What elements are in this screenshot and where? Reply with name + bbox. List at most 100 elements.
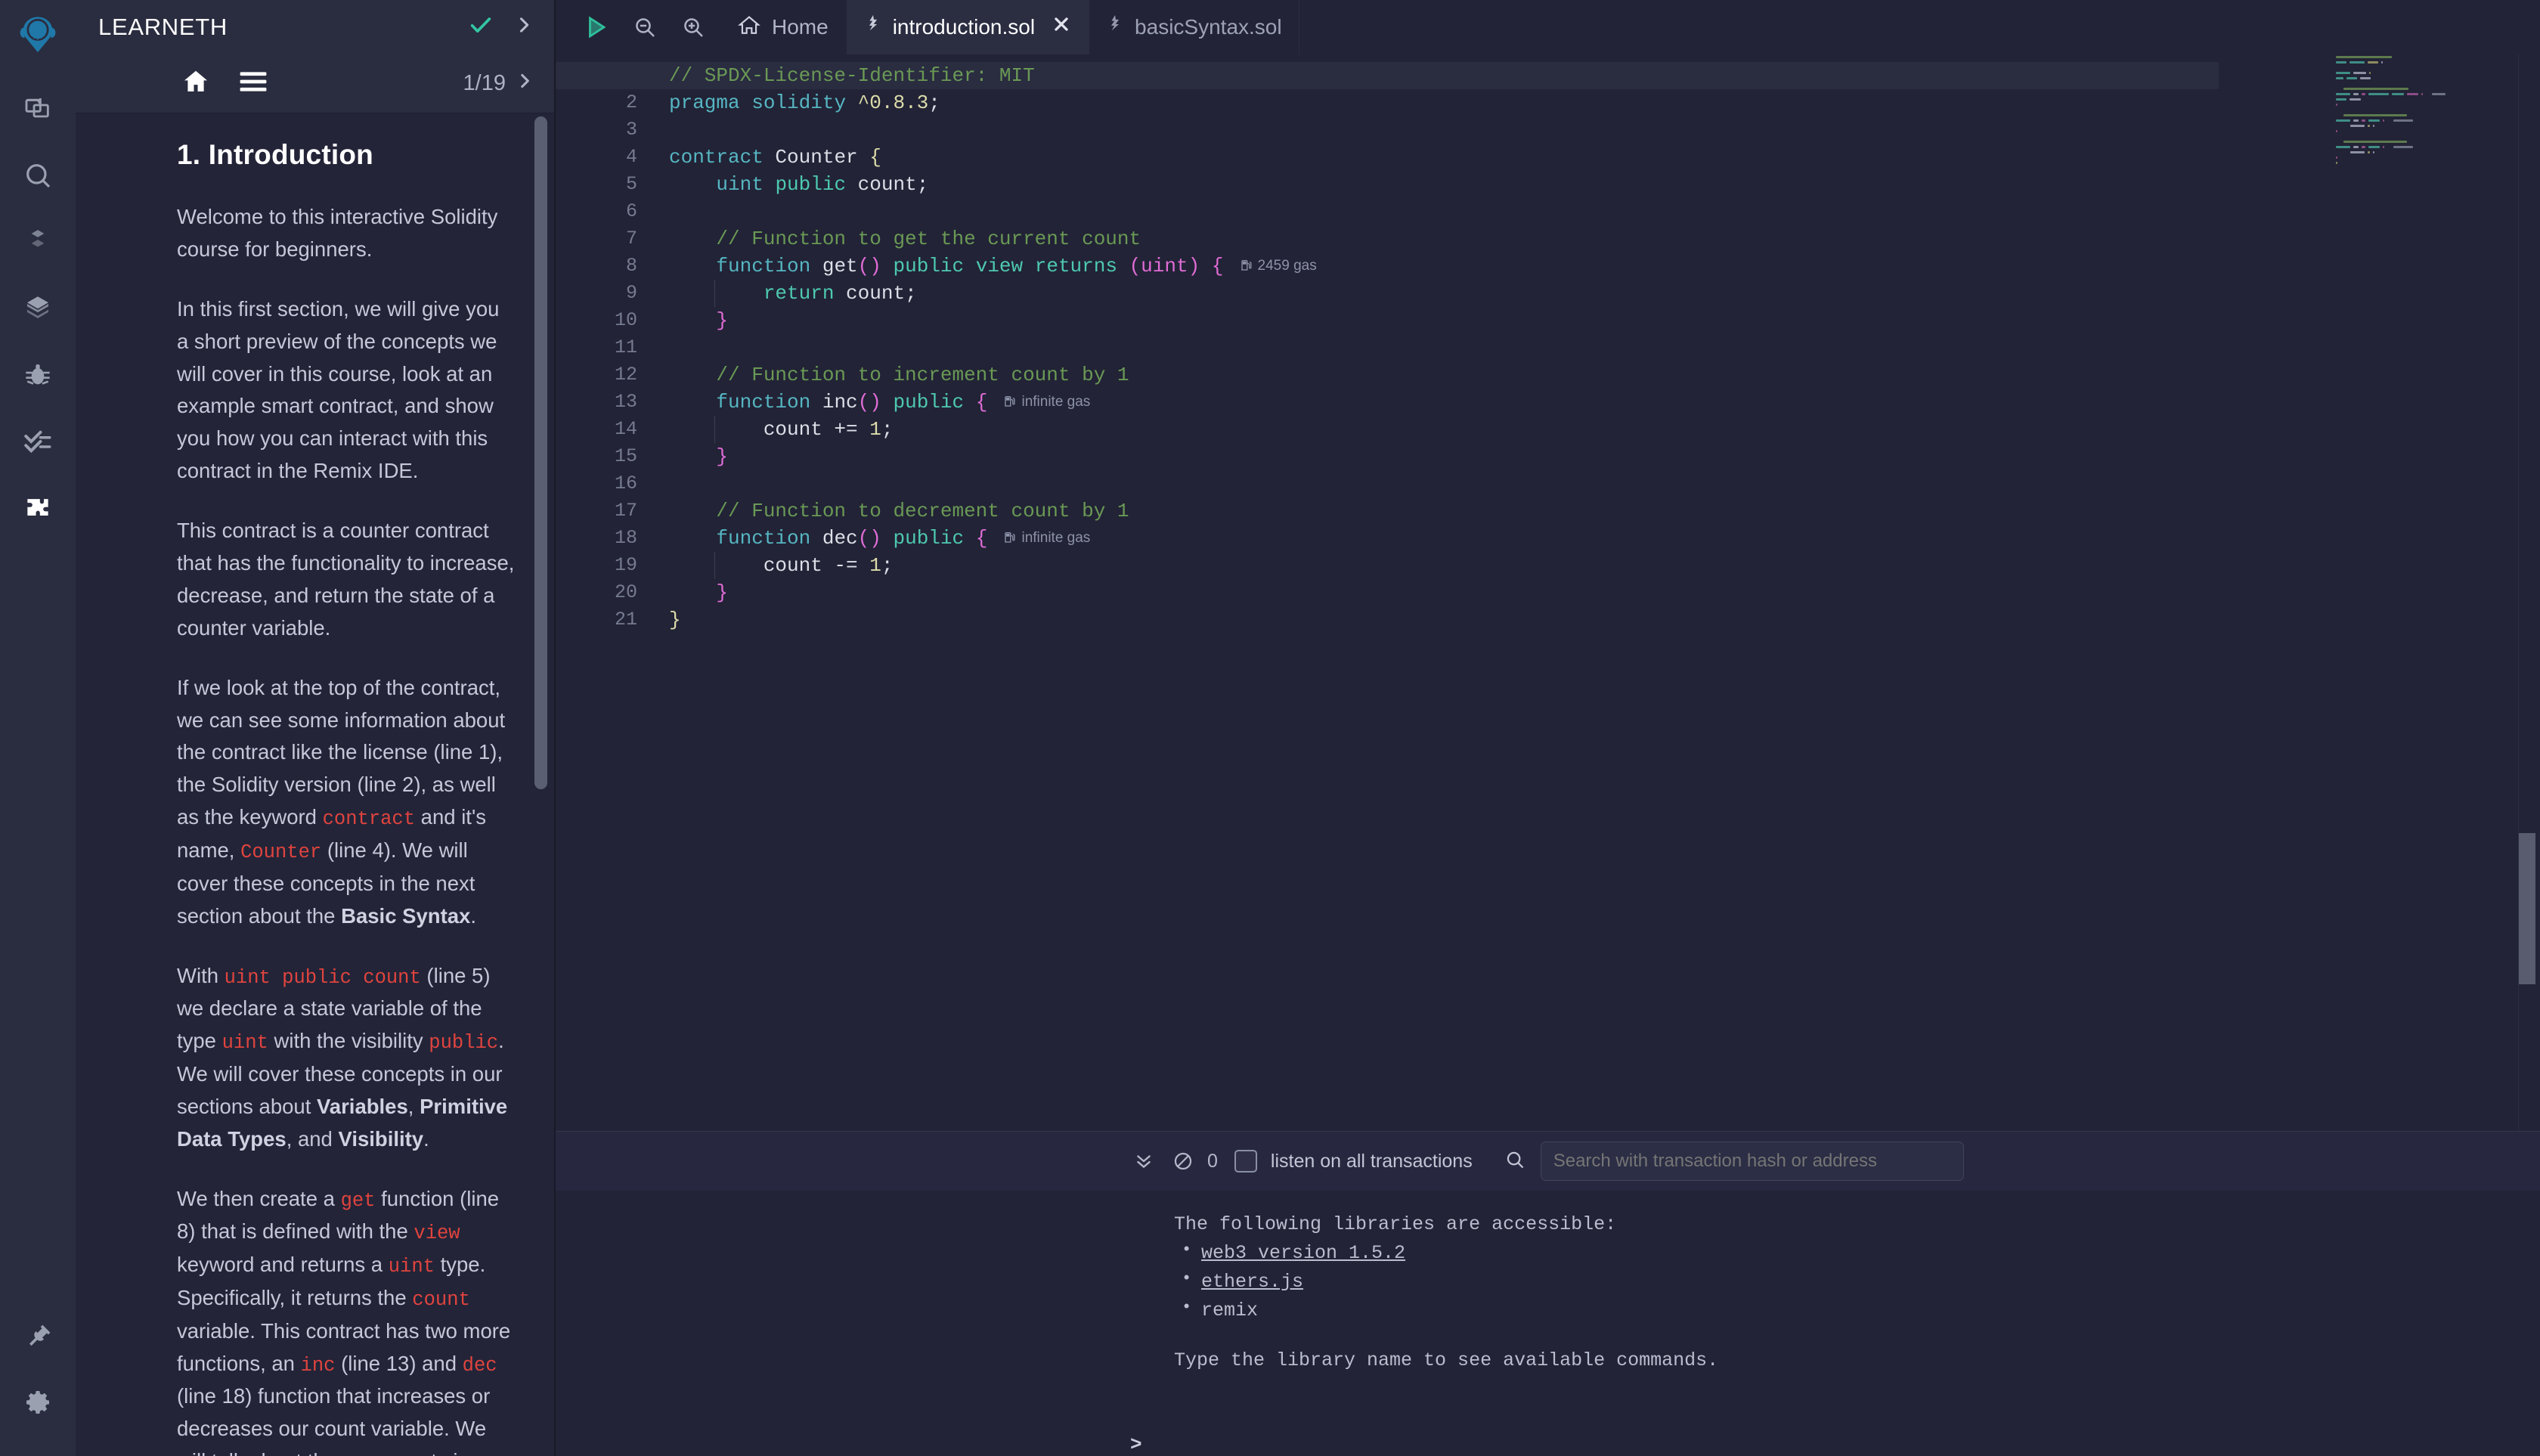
terminal-panel: 0 listen on all transactions The followi… [556, 1131, 2540, 1456]
code-line[interactable] [669, 334, 2540, 361]
emphasis-text: Basic Syntax [341, 903, 471, 928]
hamburger-menu-icon[interactable] [239, 70, 268, 97]
code-line[interactable]: // Function to increment count by 1 [669, 361, 2540, 389]
debugger-icon[interactable] [0, 342, 76, 408]
inline-code: uint [388, 1256, 435, 1278]
editor-scrollbar-thumb[interactable] [2519, 833, 2535, 984]
line-number: 8 [625, 255, 637, 277]
zoom-in-icon[interactable] [669, 0, 717, 54]
code-token: () [857, 391, 881, 414]
solidity-compiler-icon[interactable] [0, 209, 76, 275]
emphasis-text: Visibility [338, 1126, 424, 1151]
lesson-paragraph: If we look at the top of the contract, w… [177, 672, 515, 933]
code-token: { [1211, 255, 1224, 277]
code-line[interactable]: pragma solidity ^0.8.3; [669, 89, 2540, 116]
listen-all-transactions-checkbox[interactable] [1234, 1150, 1257, 1173]
settings-icon[interactable] [0, 1370, 76, 1436]
search-icon[interactable] [0, 142, 76, 209]
learneth-plugin-icon[interactable] [0, 475, 76, 541]
inline-code: contract [322, 808, 416, 831]
terminal-library-link[interactable]: web3 version 1.5.2 [1201, 1242, 1405, 1264]
terminal-library-link[interactable]: ethers.js [1201, 1271, 1303, 1293]
close-icon[interactable] [1052, 14, 1071, 40]
gas-estimate-badge: infinite gas [987, 530, 1090, 546]
code-line[interactable]: function inc() public { infinite gas [669, 389, 2540, 416]
chevron-right-icon[interactable] [513, 14, 534, 40]
code-line[interactable]: return count; [669, 280, 2540, 307]
play-icon[interactable] [572, 0, 621, 54]
next-step-button[interactable] [515, 71, 534, 97]
code-line[interactable]: count += 1; [669, 416, 2540, 443]
code-line[interactable]: uint public count; [669, 171, 2540, 198]
code-line[interactable]: count -= 1; [669, 552, 2540, 579]
gas-estimate-label: infinite gas [1021, 530, 1091, 547]
terminal-output: The following libraries are accessible: … [556, 1191, 2540, 1408]
paragraph-text: (line 13) and [335, 1351, 463, 1375]
zoom-out-icon[interactable] [621, 0, 669, 54]
code-token: public [893, 527, 965, 550]
tab-basicsyntax-sol[interactable]: basicSyntax.sol [1089, 0, 1299, 54]
code-line[interactable]: } [669, 443, 2540, 470]
line-number: 17 [614, 500, 637, 522]
code-line[interactable] [669, 198, 2540, 225]
code-token: { [975, 527, 988, 550]
listen-all-transactions-label: listen on all transactions [1270, 1150, 1473, 1172]
panel-title: LEARNETH [98, 14, 228, 40]
code-token: count -= [669, 554, 870, 577]
lesson-paragraph: We then create a get function (line 8) t… [177, 1183, 515, 1456]
code-line[interactable]: function get() public view returns (uint… [669, 252, 2540, 280]
no-entry-icon[interactable] [1163, 1132, 1203, 1191]
code-token: (uint) [1129, 255, 1200, 277]
code-line[interactable]: // SPDX-License-Identifier: MIT [556, 62, 2219, 89]
terminal-library-text: remix [1201, 1300, 1259, 1321]
code-editor[interactable]: 123456789101112131415161718192021 // SPD… [556, 54, 2540, 1131]
code-line[interactable] [669, 470, 2540, 497]
transaction-search-input[interactable] [1540, 1142, 1964, 1181]
code-line[interactable]: } [669, 606, 2540, 634]
terminal-library-item[interactable]: ethers.js [1174, 1266, 2540, 1296]
code-token: 1 [869, 418, 881, 441]
tab-home[interactable]: Home [717, 0, 847, 54]
search-icon[interactable] [1504, 1149, 1526, 1174]
editor-surface[interactable]: 123456789101112131415161718192021 // SPD… [556, 54, 2540, 1131]
line-number: 13 [614, 391, 637, 413]
solidity-file-icon [1106, 14, 1124, 40]
check-icon[interactable] [468, 12, 494, 42]
tab-label: basicSyntax.sol [1135, 15, 1282, 39]
line-number: 5 [625, 173, 637, 195]
code-lines[interactable]: // SPDX-License-Identifier: MIT pragma so… [556, 62, 2540, 634]
code-line[interactable]: function dec() public { infinite gas [669, 525, 2540, 552]
transaction-count: 0 [1207, 1150, 1218, 1172]
tab-introduction-sol[interactable]: introduction.sol [846, 0, 1089, 54]
solidity-unit-testing-icon[interactable] [0, 408, 76, 475]
terminal-prompt[interactable]: > [556, 1408, 2540, 1456]
panel-scrollbar-thumb[interactable] [534, 116, 547, 789]
code-line[interactable]: // Function to decrement count by 1 [669, 497, 2540, 525]
plugin-manager-icon[interactable] [0, 1303, 76, 1370]
line-number: 7 [625, 228, 637, 249]
indent-guide [714, 416, 715, 443]
code-token: { [869, 146, 881, 169]
code-line[interactable]: // Function to get the current count [669, 225, 2540, 252]
double-chevron-down-icon[interactable] [1124, 1132, 1163, 1191]
code-line[interactable]: } [669, 307, 2540, 334]
home-icon[interactable] [181, 67, 210, 100]
line-number: 16 [614, 472, 637, 494]
code-line[interactable]: contract Counter { [669, 144, 2540, 171]
solidity-file-icon [864, 14, 882, 40]
terminal-library-item[interactable]: web3 version 1.5.2 [1174, 1238, 2540, 1268]
file-explorer-icon[interactable] [0, 76, 76, 142]
code-line[interactable]: } [669, 579, 2540, 606]
code-line[interactable] [669, 116, 2540, 144]
paragraph-text: . [470, 903, 476, 928]
deploy-run-icon[interactable] [0, 275, 76, 342]
